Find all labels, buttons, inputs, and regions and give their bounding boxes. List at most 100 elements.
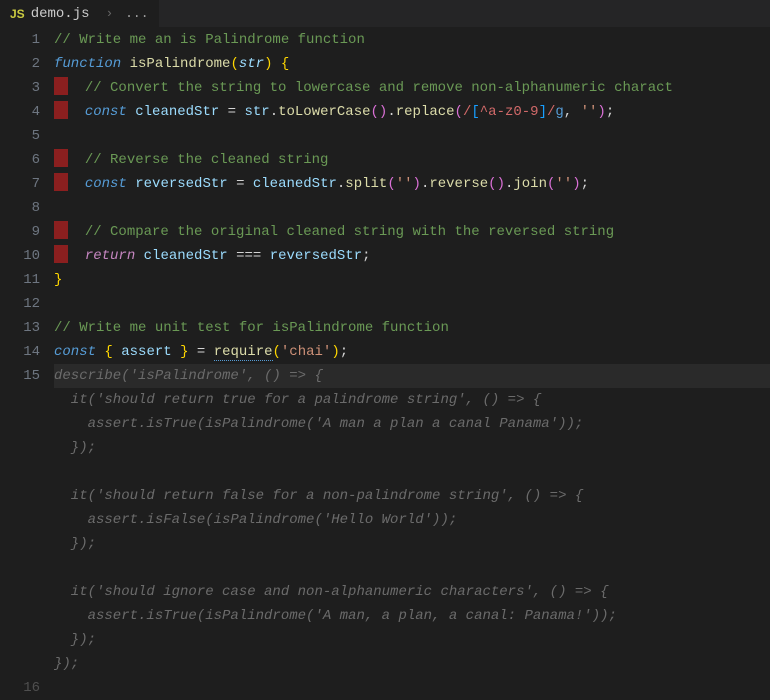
code-line[interactable] — [54, 460, 770, 484]
code-token — [68, 104, 85, 120]
code-token: ; — [606, 104, 614, 120]
code-token: // Reverse the cleaned string — [85, 152, 329, 168]
code-token: describe('isPalindrome', () => { — [54, 368, 323, 384]
code-line[interactable]: // Reverse the cleaned string — [54, 148, 770, 172]
line-number — [0, 532, 40, 556]
code-token — [68, 80, 85, 96]
code-token: // Compare the original cleaned string w… — [85, 224, 614, 240]
code-editor[interactable]: 12345678910111213141516 // Write me an i… — [0, 28, 770, 682]
line-number — [0, 460, 40, 484]
code-token: ; — [362, 248, 370, 264]
code-token: it('should ignore case and non-alphanume… — [54, 584, 609, 600]
code-token: , — [564, 104, 581, 120]
code-token: split — [345, 176, 387, 192]
code-line[interactable]: assert.isTrue(isPalindrome('A man a plan… — [54, 412, 770, 436]
code-area[interactable]: // Write me an is Palindrome functionfun… — [54, 28, 770, 682]
code-token: it('should return false for a non-palind… — [54, 488, 583, 504]
code-line[interactable]: }); — [54, 532, 770, 556]
code-token: ( — [230, 56, 238, 72]
code-token: const — [54, 344, 96, 360]
code-token — [68, 224, 85, 240]
code-line[interactable]: it('should ignore case and non-alphanume… — [54, 580, 770, 604]
line-number — [0, 580, 40, 604]
tab-bar: JS demo.js › ... — [0, 0, 770, 28]
code-token — [172, 344, 180, 360]
code-token: it('should return true for a palindrome … — [54, 392, 541, 408]
code-token: ^a-z0-9 — [480, 104, 539, 120]
code-line[interactable]: it('should return true for a palindrome … — [54, 388, 770, 412]
code-token: }); — [54, 536, 96, 552]
code-token: === — [236, 248, 261, 264]
code-token — [127, 176, 135, 192]
code-line[interactable]: // Compare the original cleaned string w… — [54, 220, 770, 244]
code-line[interactable]: }); — [54, 628, 770, 652]
line-number: 1 — [0, 28, 40, 52]
line-number — [0, 652, 40, 676]
code-token: reversedStr — [135, 176, 227, 192]
diff-marker-icon — [54, 173, 68, 191]
code-token: [ — [471, 104, 479, 120]
code-line[interactable] — [54, 196, 770, 220]
code-line[interactable]: function isPalindrome(str) { — [54, 52, 770, 76]
line-number — [0, 604, 40, 628]
tab-demo-js[interactable]: JS demo.js › ... — [0, 0, 159, 28]
code-token: ( — [273, 344, 281, 360]
line-number: 14 — [0, 340, 40, 364]
code-token: }); — [54, 440, 96, 456]
line-number: 2 — [0, 52, 40, 76]
code-line[interactable] — [54, 556, 770, 580]
line-number: 7 — [0, 172, 40, 196]
code-line[interactable]: // Convert the string to lowercase and r… — [54, 76, 770, 100]
code-token: reversedStr — [270, 248, 362, 264]
code-line[interactable]: const cleanedStr = str.toLowerCase().rep… — [54, 100, 770, 124]
code-line[interactable]: // Write me an is Palindrome function — [54, 28, 770, 52]
code-line[interactable]: const reversedStr = cleanedStr.split('')… — [54, 172, 770, 196]
line-number: 12 — [0, 292, 40, 316]
code-token — [228, 176, 236, 192]
line-number — [0, 484, 40, 508]
line-number: 6 — [0, 148, 40, 172]
code-token: assert.isTrue(isPalindrome('A man a plan… — [54, 416, 583, 432]
line-number: 15 — [0, 364, 40, 388]
code-token: const — [85, 176, 127, 192]
code-token — [261, 248, 269, 264]
code-token: ( — [387, 176, 395, 192]
code-token: replace — [396, 104, 455, 120]
code-token — [127, 104, 135, 120]
breadcrumb: › ... — [96, 6, 149, 21]
line-number: 9 — [0, 220, 40, 244]
code-token: ; — [581, 176, 589, 192]
code-token — [272, 56, 280, 72]
code-line[interactable]: describe('isPalindrome', () => { — [54, 364, 770, 388]
code-line[interactable]: }); — [54, 652, 770, 676]
code-token: cleanedStr — [253, 176, 337, 192]
code-token — [135, 248, 143, 264]
code-token — [68, 152, 85, 168]
diff-marker-icon — [54, 149, 68, 167]
code-line[interactable]: // Write me unit test for isPalindrome f… — [54, 316, 770, 340]
line-number: 13 — [0, 316, 40, 340]
code-token: { — [104, 344, 112, 360]
code-line[interactable] — [54, 676, 770, 682]
code-token — [205, 344, 213, 360]
code-token — [228, 248, 236, 264]
code-line[interactable]: it('should return false for a non-palind… — [54, 484, 770, 508]
code-line[interactable]: }); — [54, 436, 770, 460]
javascript-icon: JS — [10, 7, 25, 21]
code-token: g — [555, 104, 563, 120]
code-line[interactable]: assert.isFalse(isPalindrome('Hello World… — [54, 508, 770, 532]
code-token: ; — [340, 344, 348, 360]
code-line[interactable]: const { assert } = require('chai'); — [54, 340, 770, 364]
code-line[interactable] — [54, 124, 770, 148]
code-line[interactable] — [54, 292, 770, 316]
line-number-gutter: 12345678910111213141516 — [0, 28, 54, 682]
code-token: cleanedStr — [144, 248, 228, 264]
code-line[interactable]: } — [54, 268, 770, 292]
code-token: cleanedStr — [135, 104, 219, 120]
code-token — [244, 176, 252, 192]
code-token — [68, 176, 85, 192]
line-number: 16 — [0, 676, 40, 700]
code-line[interactable]: assert.isTrue(isPalindrome('A man, a pla… — [54, 604, 770, 628]
code-line[interactable]: return cleanedStr === reversedStr; — [54, 244, 770, 268]
code-token: }); — [54, 632, 96, 648]
